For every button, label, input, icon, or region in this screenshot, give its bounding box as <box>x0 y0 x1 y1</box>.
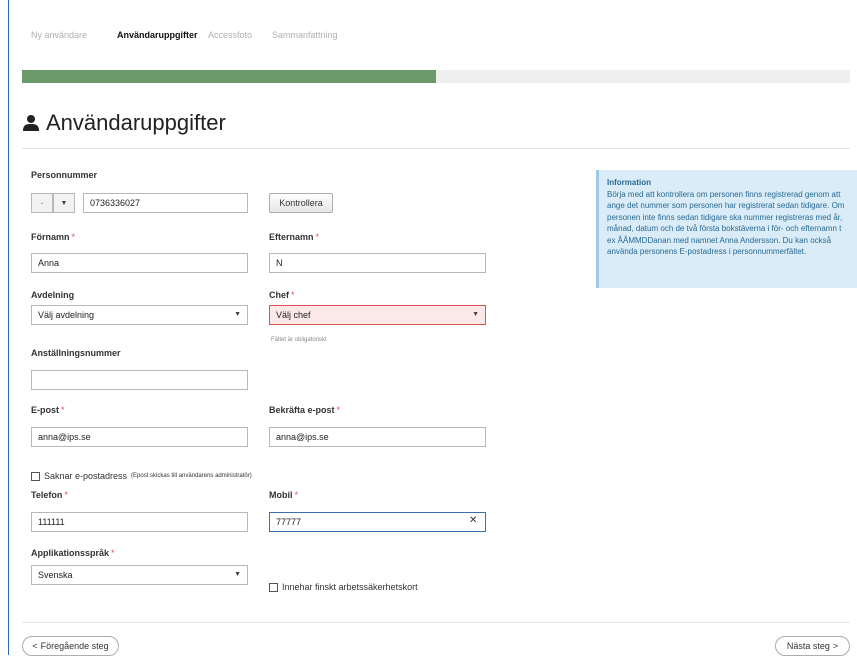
saknar-epost-label: Saknar e-postadress <box>44 471 128 481</box>
previous-step-label: Föregående steg <box>40 641 109 651</box>
personnummer-input[interactable] <box>83 193 248 213</box>
kontrollera-button[interactable]: Kontrollera <box>269 193 333 213</box>
title-divider <box>22 148 850 149</box>
caret-down-icon: ▼ <box>234 311 241 318</box>
telefon-label: Telefon * <box>31 490 68 500</box>
saknar-epost-row[interactable]: Saknar e-postadress (Epost skickas till … <box>31 471 252 481</box>
epost-label: E-post * <box>31 405 65 415</box>
info-box: Information Börja med att kontrollera om… <box>596 170 857 288</box>
progress-bar <box>22 70 850 83</box>
anstallningsnummer-label: Anställningsnummer <box>31 348 121 358</box>
caret-down-icon: ▼ <box>234 571 241 578</box>
required-mark: * <box>336 405 341 415</box>
sprak-value: Svenska <box>38 570 73 580</box>
avdelning-value: Välj avdelning <box>38 310 95 320</box>
finskt-checkbox[interactable] <box>269 582 278 592</box>
fornamn-label-text: Förnamn <box>31 232 70 242</box>
page-title-text: Användaruppgifter <box>46 110 226 135</box>
bekrafta-epost-input[interactable] <box>269 427 486 447</box>
chef-value: Välj chef <box>276 310 311 320</box>
efternamn-input[interactable] <box>269 253 486 273</box>
mobil-label: Mobil * <box>269 490 298 500</box>
next-step-button[interactable]: Nästa steg > <box>775 636 850 656</box>
required-mark: * <box>291 290 295 300</box>
sprak-label-text: Applikationsspråk <box>31 548 110 558</box>
caret-down-icon: ▼ <box>472 311 479 318</box>
sprak-label: Applikationsspråk * <box>31 548 115 558</box>
fornamn-label: Förnamn * <box>31 232 75 242</box>
chef-select[interactable]: Välj chef ▼ <box>269 305 486 325</box>
epost-label-text: E-post <box>31 405 59 415</box>
bottom-divider <box>22 622 850 623</box>
finskt-row[interactable]: Innehar finskt arbetssäkerhetskort <box>269 582 418 592</box>
fornamn-input[interactable] <box>31 253 248 273</box>
telefon-label-text: Telefon <box>31 490 63 500</box>
bekrafta-epost-label: Bekräfta e-post * <box>269 405 340 415</box>
chevron-left-icon: < <box>32 641 38 651</box>
chef-error-text: Fältet är obligatoriskt <box>271 337 327 343</box>
step-anvandaruppgifter[interactable]: Användaruppgifter <box>117 30 198 40</box>
personnummer-prefix-dropdown[interactable]: ▼ <box>53 193 75 213</box>
finskt-label: Innehar finskt arbetssäkerhetskort <box>282 582 418 592</box>
chef-label-text: Chef <box>269 290 289 300</box>
efternamn-label-text: Efternamn <box>269 232 314 242</box>
next-step-label: Nästa steg <box>786 641 830 651</box>
step-ny-anvandare[interactable]: Ny användare <box>31 30 87 40</box>
required-mark: * <box>64 490 68 500</box>
info-title: Information <box>607 178 651 187</box>
personnummer-prefix[interactable]: - <box>31 193 53 213</box>
chevron-right-icon: > <box>832 641 839 651</box>
wizard-panel: Ny användare Användaruppgifter Accessfot… <box>8 0 857 656</box>
required-mark: * <box>294 490 299 500</box>
anstallningsnummer-input[interactable] <box>31 370 248 390</box>
chef-label: Chef * <box>269 290 295 300</box>
caret-down-icon: ▼ <box>60 199 68 207</box>
personnummer-label: Personnummer <box>31 170 98 180</box>
info-text: Börja med att kontrollera om personen fi… <box>607 189 845 257</box>
previous-step-button[interactable]: < Föregående steg <box>22 636 119 656</box>
avdelning-select[interactable]: Välj avdelning ▼ <box>31 305 248 325</box>
required-mark: * <box>71 232 76 242</box>
step-accessfoto[interactable]: Accessfoto <box>208 30 252 40</box>
sprak-select[interactable]: Svenska ▼ <box>31 565 248 585</box>
saknar-epost-checkbox[interactable] <box>31 471 40 481</box>
saknar-epost-note: (Epost skickas till användarens administ… <box>131 473 252 479</box>
mobil-input[interactable] <box>269 512 486 532</box>
bekrafta-epost-label-text: Bekräfta e-post <box>269 405 335 415</box>
required-mark: * <box>111 548 115 558</box>
close-icon[interactable]: ✕ <box>469 515 477 526</box>
telefon-input[interactable] <box>31 512 248 532</box>
epost-input[interactable] <box>31 427 248 447</box>
avdelning-label: Avdelning <box>31 290 75 300</box>
step-sammanfattning[interactable]: Sammanfattning <box>272 30 338 40</box>
user-icon <box>23 115 39 131</box>
efternamn-label: Efternamn * <box>269 232 319 242</box>
page-title: Användaruppgifter <box>22 110 226 136</box>
required-mark: * <box>61 405 65 415</box>
mobil-label-text: Mobil <box>269 490 293 500</box>
progress-fill <box>22 70 436 83</box>
required-mark: * <box>315 232 320 242</box>
